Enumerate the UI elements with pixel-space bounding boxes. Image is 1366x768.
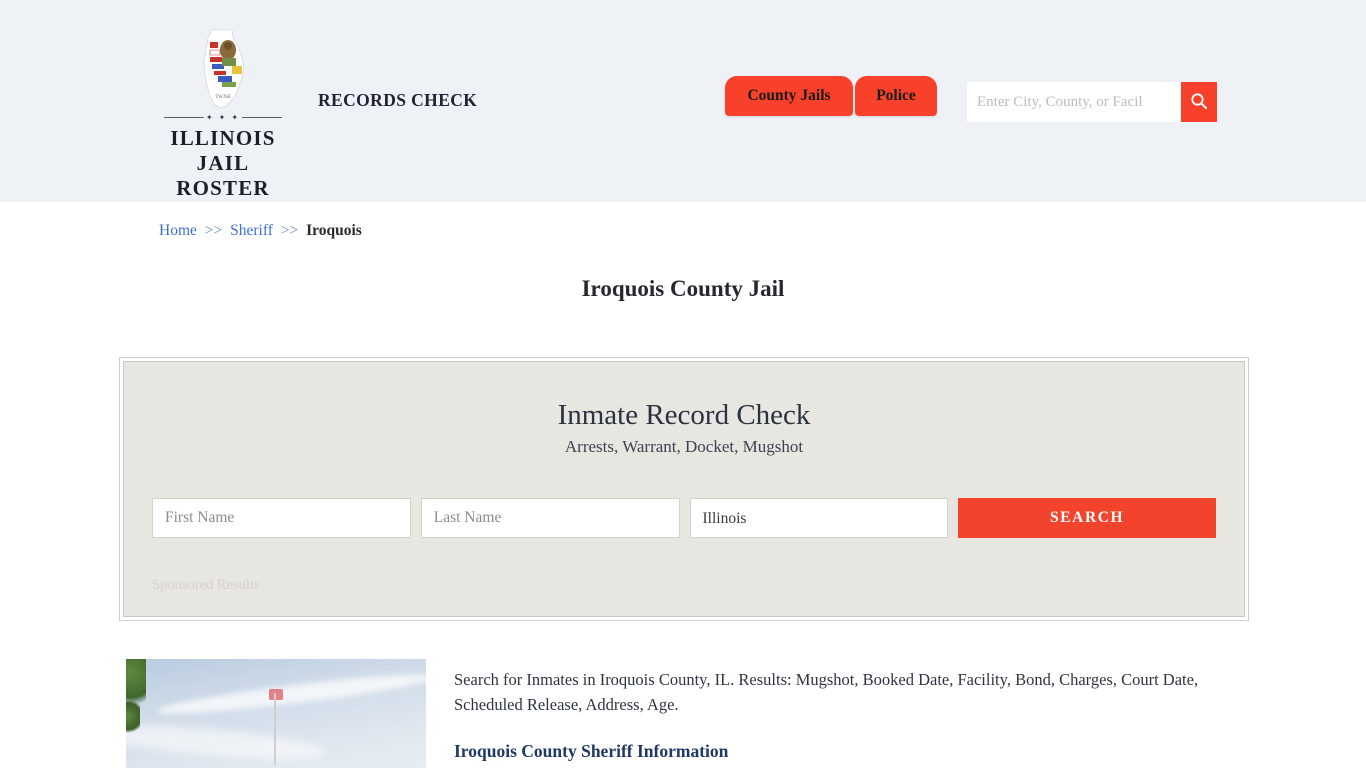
nav-tab-police-label: Police <box>876 87 916 104</box>
sheriff-information-heading: Iroquois County Sheriff Information <box>454 741 729 761</box>
breadcrumb-link-sheriff[interactable]: Sheriff <box>230 222 273 239</box>
bottom-section: Search for Inmates in Iroquois County, I… <box>126 659 1243 768</box>
logo-divider-dots: ✦ ✦ ✦ <box>205 113 241 122</box>
breadcrumb: Home >> Sheriff >> Iroquois <box>159 202 1243 240</box>
header-search-input[interactable] <box>967 82 1181 122</box>
site-header: TWJSE ✦ ✦ ✦ ILLINOIS JAIL ROSTER RECORDS… <box>0 0 1366 202</box>
main-navigation: County Jails Police <box>725 74 937 116</box>
inmate-record-check-panel: Inmate Record Check Arrests, Warrant, Do… <box>119 357 1249 621</box>
header-search-button[interactable] <box>1181 82 1217 122</box>
breadcrumb-separator-2: >> <box>280 222 299 239</box>
first-name-input[interactable] <box>152 498 411 538</box>
nav-tab-county-jails[interactable]: County Jails <box>725 76 853 116</box>
svg-text:TWJSE: TWJSE <box>215 95 231 100</box>
search-icon <box>1190 92 1208 113</box>
last-name-input[interactable] <box>420 498 680 538</box>
jail-photo <box>126 659 426 768</box>
foliage-decoration-2 <box>126 701 140 735</box>
site-logo[interactable]: TWJSE ✦ ✦ ✦ ILLINOIS JAIL ROSTER <box>159 28 287 201</box>
cloud-decoration-1 <box>155 668 426 720</box>
page-title: Iroquois County Jail <box>581 276 785 301</box>
search-button[interactable]: SEARCH <box>958 498 1216 538</box>
flag-icon <box>269 689 283 700</box>
logo-text-line1: ILLINOIS <box>170 126 276 150</box>
header-search <box>967 82 1217 122</box>
sponsored-results-label: Sponsored Results <box>152 577 260 593</box>
breadcrumb-link-home[interactable]: Home <box>159 222 197 239</box>
nav-tab-police[interactable]: Police <box>855 76 937 116</box>
description-paragraph: Search for Inmates in Iroquois County, I… <box>454 670 1199 714</box>
logo-divider: ✦ ✦ ✦ <box>164 113 282 122</box>
panel-subtitle: Arrests, Warrant, Docket, Mugshot <box>564 437 804 456</box>
nav-tab-county-jails-label: County Jails <box>747 87 831 104</box>
site-tagline: RECORDS CHECK <box>318 90 478 110</box>
illinois-state-map-icon: TWJSE <box>192 28 254 110</box>
breadcrumb-current: Iroquois <box>306 222 362 239</box>
breadcrumb-separator-1: >> <box>204 222 223 239</box>
inmate-search-form: Illinois SEARCH <box>152 498 1216 538</box>
header-inner: TWJSE ✦ ✦ ✦ ILLINOIS JAIL ROSTER RECORDS… <box>123 0 1243 202</box>
cloud-decoration-2 <box>126 718 327 766</box>
state-select[interactable]: Illinois <box>689 498 949 538</box>
logo-text-line2: JAIL ROSTER <box>176 151 270 200</box>
flagpole-decoration <box>274 693 276 765</box>
bottom-text-block: Search for Inmates in Iroquois County, I… <box>426 659 1243 768</box>
panel-title: Inmate Record Check <box>557 399 811 431</box>
page-content: Home >> Sheriff >> Iroquois Iroquois Cou… <box>119 202 1249 768</box>
